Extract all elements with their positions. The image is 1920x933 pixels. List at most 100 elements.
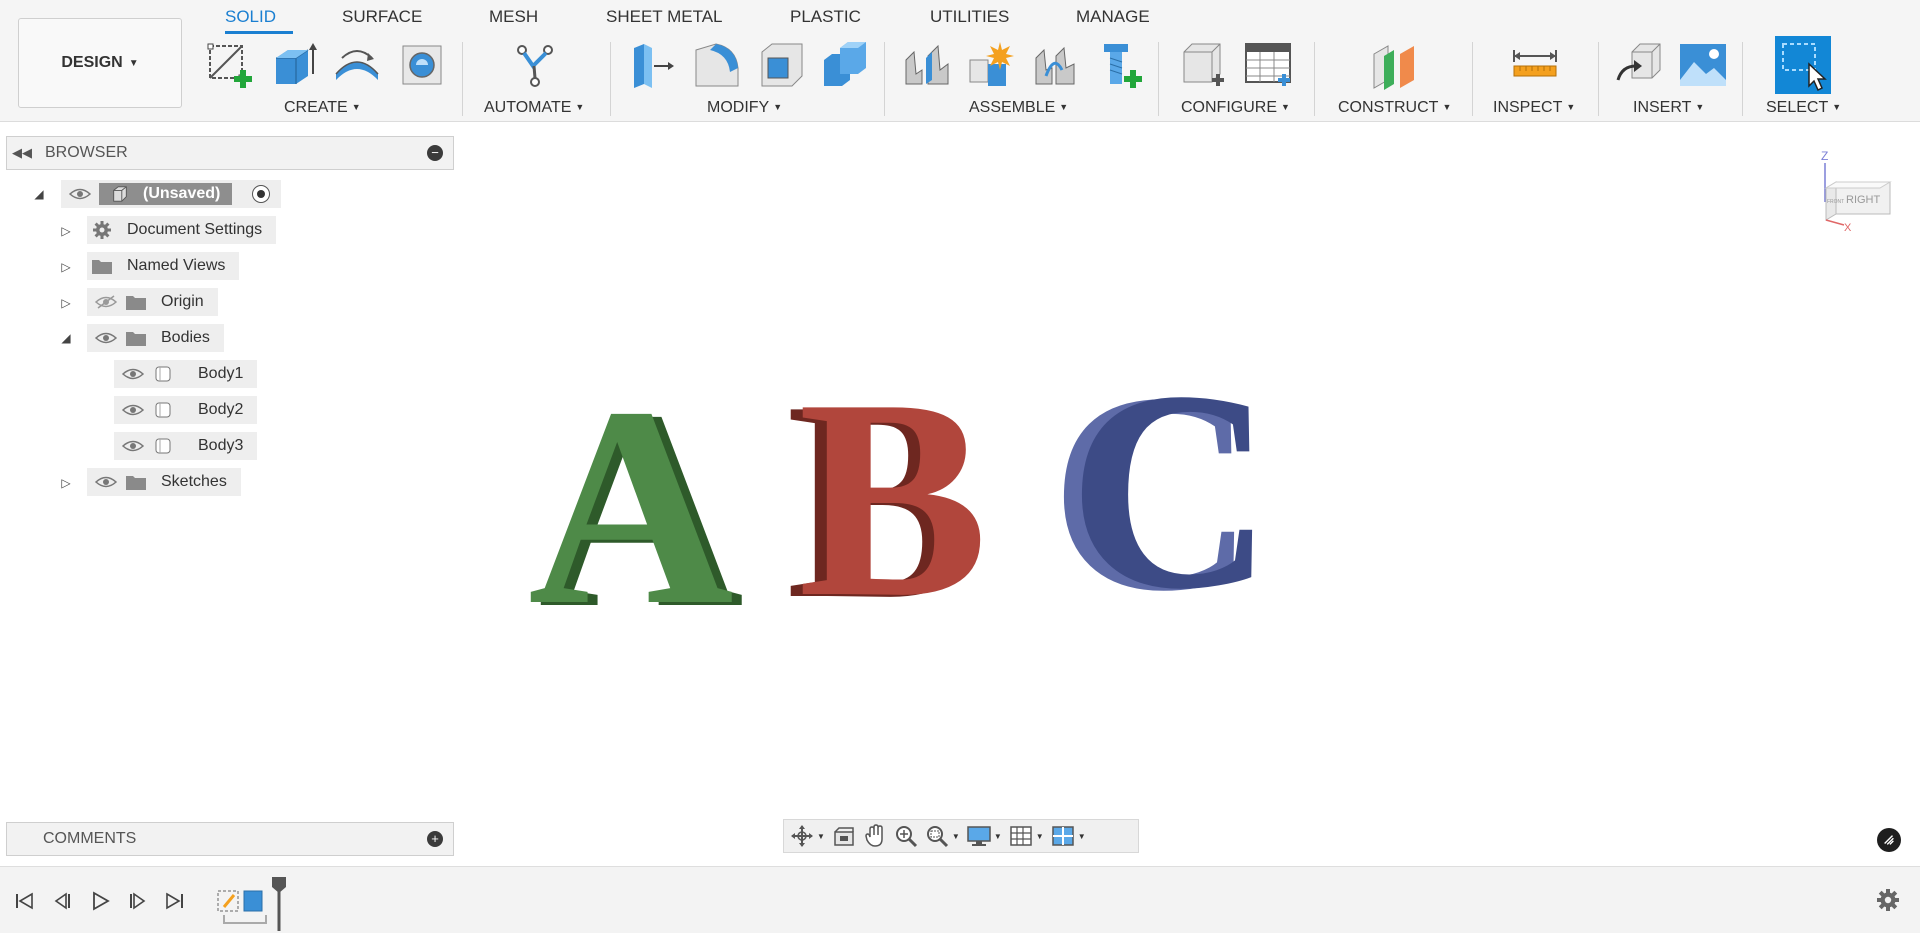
browser-item-sketches[interactable]: Sketches — [87, 468, 241, 496]
browser-item-document-settings[interactable]: Document Settings — [87, 216, 277, 244]
extrude-icon[interactable] — [268, 40, 318, 90]
body-letter-b[interactable]: B B — [786, 340, 988, 630]
revolve-icon[interactable] — [332, 40, 382, 90]
as-built-joint-icon[interactable] — [1030, 40, 1080, 90]
expand-triangle-icon[interactable]: ▷ — [59, 296, 73, 310]
step-forward-button[interactable] — [126, 889, 150, 913]
assemble-menu[interactable]: ASSEMBLE ▼ — [969, 99, 1068, 117]
group-divider — [1158, 42, 1159, 116]
collapse-triangle-icon[interactable]: ◢ — [59, 331, 73, 345]
go-to-end-button[interactable] — [163, 889, 187, 913]
workspace-switcher[interactable]: DESIGN ▼ — [18, 18, 182, 108]
pan-button[interactable] — [863, 822, 887, 850]
comments-panel-header: COMMENTS + — [6, 822, 454, 856]
timeline-features[interactable] — [214, 877, 294, 931]
add-comment-icon[interactable]: + — [427, 831, 443, 847]
shell-icon[interactable] — [756, 40, 806, 90]
insert-menu[interactable]: INSERT ▼ — [1633, 99, 1704, 117]
construction-plane-icon[interactable] — [1370, 40, 1420, 90]
chevron-down-icon: ▼ — [128, 57, 139, 69]
browser-item-body1[interactable]: Body1 — [114, 360, 258, 388]
tab-solid[interactable]: SOLID — [225, 7, 276, 27]
zoom-button[interactable] — [894, 822, 918, 850]
eye-icon[interactable] — [122, 439, 144, 453]
select-tool-icon[interactable] — [1775, 36, 1831, 94]
expand-triangle-icon[interactable]: ▷ — [59, 476, 73, 490]
timeline-extrude-icon[interactable] — [243, 890, 263, 912]
automate-icon[interactable] — [510, 40, 560, 90]
collapse-panel-icon[interactable]: ◀◀ — [7, 145, 37, 161]
eye-hidden-icon[interactable] — [95, 295, 117, 309]
gear-icon[interactable] — [1876, 888, 1900, 912]
browser-item-body2[interactable]: Body2 — [114, 396, 258, 424]
tab-mesh[interactable]: MESH — [489, 7, 538, 27]
fillet-icon[interactable] — [692, 40, 742, 90]
fit-button[interactable]: ▼ — [925, 822, 960, 850]
new-component-icon[interactable] — [902, 40, 952, 90]
go-to-start-button[interactable] — [12, 889, 36, 913]
minimize-icon[interactable]: − — [427, 145, 443, 161]
svg-text:C: C — [1068, 340, 1274, 630]
look-at-button[interactable] — [832, 822, 856, 850]
create-menu[interactable]: CREATE ▼ — [284, 99, 361, 117]
configure-icon[interactable] — [1180, 40, 1230, 90]
tab-utilities[interactable]: UTILITIES — [930, 7, 1009, 27]
create-sketch-icon[interactable] — [204, 40, 254, 90]
configure-menu[interactable]: CONFIGURE ▼ — [1181, 99, 1290, 117]
body-letter-c[interactable]: C C — [1050, 340, 1274, 630]
insert-canvas-icon[interactable] — [1678, 40, 1728, 90]
design-intent-badge-icon[interactable] — [1877, 828, 1901, 852]
tab-manage[interactable]: MANAGE — [1076, 7, 1150, 27]
eye-icon[interactable] — [95, 475, 117, 489]
eye-icon[interactable] — [95, 331, 117, 345]
modify-menu[interactable]: MODIFY ▼ — [707, 99, 782, 117]
play-icon — [93, 891, 110, 911]
insert-fastener-icon[interactable] — [1094, 40, 1144, 90]
activate-radio[interactable] — [252, 185, 271, 203]
chevron-down-icon: ▼ — [1281, 102, 1290, 112]
select-menu[interactable]: SELECT ▼ — [1766, 99, 1841, 117]
browser-root-item[interactable]: (Unsaved) — [61, 180, 281, 208]
group-divider — [884, 42, 885, 116]
grid-settings-button[interactable]: ▼ — [1009, 822, 1044, 850]
collapse-triangle-icon[interactable]: ◢ — [32, 187, 46, 201]
look-at-icon — [834, 827, 854, 846]
expand-triangle-icon[interactable]: ▷ — [59, 260, 73, 274]
automate-menu[interactable]: AUTOMATE ▼ — [484, 99, 584, 117]
construct-menu[interactable]: CONSTRUCT ▼ — [1338, 99, 1451, 117]
insert-derive-icon[interactable] — [1614, 40, 1664, 90]
skip-end-icon — [166, 892, 183, 910]
joint-icon[interactable] — [966, 40, 1016, 90]
browser-title: BROWSER — [45, 144, 128, 161]
hole-icon[interactable] — [397, 40, 447, 90]
chevron-down-icon: ▼ — [773, 102, 783, 112]
inspect-menu[interactable]: INSPECT ▼ — [1493, 99, 1575, 117]
browser-item-origin[interactable]: Origin — [87, 288, 218, 316]
play-button[interactable] — [88, 889, 112, 913]
viewports-button[interactable]: ▼ — [1051, 822, 1086, 850]
browser-item-body3[interactable]: Body3 — [114, 432, 258, 460]
expand-triangle-icon[interactable]: ▷ — [59, 224, 73, 238]
browser-item-bodies[interactable]: Bodies — [87, 324, 224, 352]
tab-plastic[interactable]: PLASTIC — [790, 7, 861, 27]
chevron-down-icon: ▼ — [1059, 102, 1069, 112]
eye-icon[interactable] — [69, 187, 91, 201]
canvas-3d-text-bodies[interactable]: A A B B C C — [520, 340, 1300, 630]
group-divider — [1472, 42, 1473, 116]
press-pull-icon[interactable] — [628, 40, 678, 90]
eye-icon[interactable] — [122, 403, 144, 417]
display-settings-button[interactable]: ▼ — [967, 822, 1002, 850]
tab-surface[interactable]: SURFACE — [342, 7, 422, 27]
folder-icon — [92, 260, 112, 274]
view-cube[interactable]: Z RIGHT FRONT X — [1818, 150, 1908, 235]
timeline-marker-handle[interactable] — [272, 877, 286, 887]
combine-icon[interactable] — [820, 40, 870, 90]
eye-icon[interactable] — [122, 367, 144, 381]
tab-sheet-metal[interactable]: SHEET METAL — [606, 7, 723, 27]
configuration-table-icon[interactable] — [1244, 40, 1294, 90]
orbit-button[interactable]: ▼ — [790, 822, 825, 850]
browser-item-named-views[interactable]: Named Views — [87, 252, 240, 280]
measure-icon[interactable] — [1510, 40, 1560, 90]
step-back-button[interactable] — [50, 889, 74, 913]
body-letter-a[interactable]: A A — [528, 348, 744, 630]
